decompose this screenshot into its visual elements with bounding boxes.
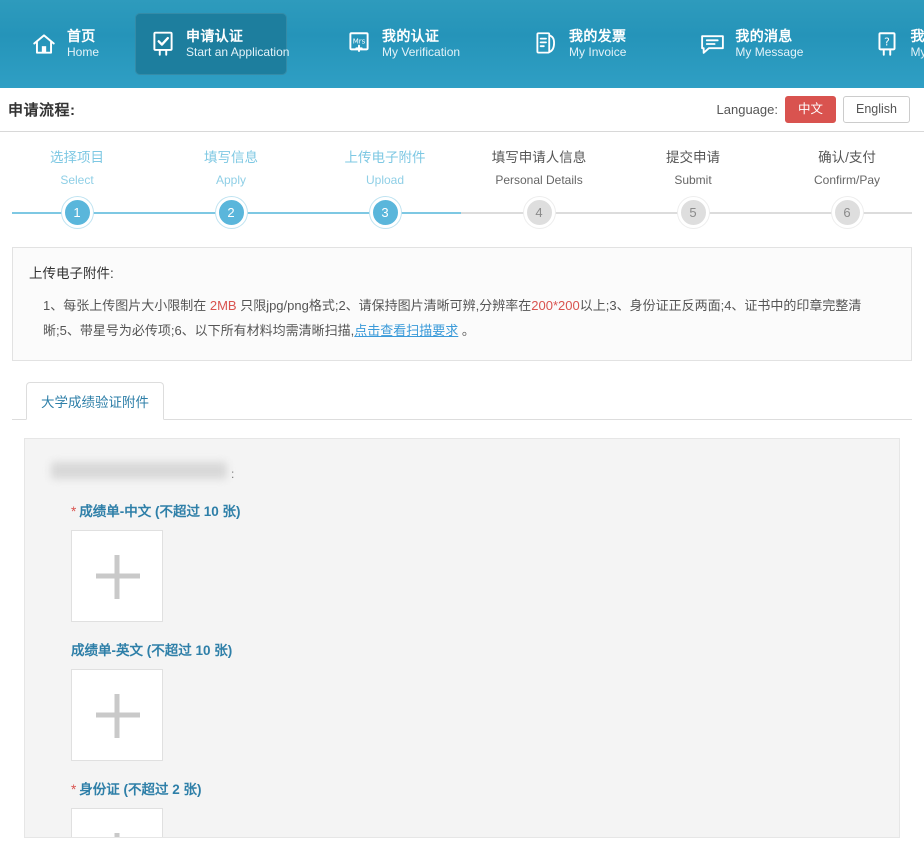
upload-panel: : * 成绩单-中文 (不超过 10 张) 成绩单-英文 (不超过 10 张) *… bbox=[24, 437, 900, 838]
upload-field-id-card: * 身份证 (不超过 2 张) bbox=[49, 778, 875, 837]
step-number-badge: 2 bbox=[215, 197, 247, 228]
language-button-chinese[interactable]: 中文 bbox=[784, 96, 836, 123]
home-icon bbox=[30, 29, 58, 59]
step-number-badge: 6 bbox=[831, 197, 863, 228]
step-2-apply[interactable]: 填写信息 Apply 2 bbox=[154, 138, 308, 233]
instructions-body: 1、每张上传图片大小限制在 2MB 只限jpg/png格式;2、请保持图片清晰可… bbox=[29, 293, 895, 344]
step-number-badge: 5 bbox=[677, 197, 709, 228]
upload-field-label-text: 成绩单-英文 (不超过 10 张) bbox=[71, 642, 233, 658]
nav-item-my-enquiry[interactable]: ? 我的咨询 My Enquiry bbox=[859, 13, 924, 75]
instructions-size-limit: 2MB bbox=[209, 298, 237, 313]
required-star-icon: * bbox=[71, 503, 77, 519]
upload-field-label-text: 成绩单-中文 (不超过 10 张) bbox=[79, 503, 241, 519]
nav-label-en: My Verification bbox=[382, 45, 461, 60]
step-label-en: Upload bbox=[365, 173, 405, 187]
step-5-submit[interactable]: 提交申请 Submit 5 bbox=[616, 138, 770, 233]
step-1-select[interactable]: 选择项目 Select 1 bbox=[0, 138, 154, 233]
language-switcher: Language: 中文 English bbox=[717, 96, 910, 123]
upload-field-transcript-chinese: * 成绩单-中文 (不超过 10 张) bbox=[49, 500, 875, 622]
step-number-badge: 3 bbox=[369, 197, 401, 228]
instructions-title: 上传电子附件: bbox=[29, 266, 114, 281]
step-label-cn: 上传电子附件 bbox=[344, 150, 426, 165]
upload-dropzone-id-card[interactable] bbox=[71, 807, 163, 837]
step-label-cn: 填写申请人信息 bbox=[491, 150, 587, 165]
step-label-cn: 选择项目 bbox=[50, 150, 104, 165]
upload-field-label-text: 身份证 (不超过 2 张) bbox=[79, 781, 202, 797]
redacted-heading-tail: : bbox=[231, 466, 235, 481]
step-label-en: Submit bbox=[674, 173, 712, 187]
upload-field-label: 成绩单-英文 (不超过 10 张) bbox=[71, 639, 875, 659]
nav-label-en: My Message bbox=[735, 45, 804, 60]
upload-dropzone-transcript-chinese[interactable] bbox=[71, 529, 163, 622]
step-label-en: Select bbox=[60, 173, 94, 187]
nav-label-cn: 首页 bbox=[67, 28, 96, 45]
verify-icon: Mrs bbox=[345, 29, 373, 59]
step-4-personal-details[interactable]: 填写申请人信息 Personal Details 4 bbox=[462, 138, 616, 233]
nav-label-cn: 我的发票 bbox=[569, 28, 627, 45]
application-stepper: 选择项目 Select 1 填写信息 Apply 2 上传电子附件 Upload… bbox=[0, 138, 924, 233]
nav-label-en: Home bbox=[67, 45, 100, 60]
page-title: 申请流程: bbox=[8, 102, 76, 119]
nav-label-en: My Invoice bbox=[569, 45, 627, 60]
language-button-english[interactable]: English bbox=[843, 96, 910, 123]
instructions-resolution: 200*200 bbox=[531, 298, 580, 313]
svg-text:Mrs: Mrs bbox=[353, 37, 366, 45]
instructions-segment-1: 1、每张上传图片大小限制在 bbox=[43, 298, 210, 313]
upload-field-label: * 成绩单-中文 (不超过 10 张) bbox=[71, 500, 875, 520]
nav-item-start-application[interactable]: 申请认证 Start an Application bbox=[135, 13, 290, 75]
redacted-text-block bbox=[51, 461, 227, 479]
step-3-upload[interactable]: 上传电子附件 Upload 3 bbox=[308, 138, 462, 233]
language-label: Language: bbox=[716, 102, 778, 117]
nav-item-home[interactable]: 首页 Home bbox=[16, 13, 113, 75]
step-label-en: Confirm/Pay bbox=[813, 173, 881, 187]
top-navigation-bar: 首页 Home 申请认证 Start an Application Mrs 我的… bbox=[0, 0, 924, 88]
step-label-en: Apply bbox=[215, 173, 247, 187]
enquiry-icon: ? bbox=[873, 29, 901, 59]
step-number-badge: 1 bbox=[61, 197, 93, 228]
redacted-heading: : bbox=[49, 459, 875, 483]
nav-label-cn: 我的消息 bbox=[735, 28, 793, 45]
nav-item-my-invoice[interactable]: 我的发票 My Invoice bbox=[518, 13, 640, 75]
step-label-cn: 确认/支付 bbox=[818, 150, 876, 165]
upload-dropzone-transcript-english[interactable] bbox=[71, 668, 163, 761]
upload-instructions-box: 上传电子附件: 1、每张上传图片大小限制在 2MB 只限jpg/png格式;2、… bbox=[12, 247, 912, 361]
instructions-segment-4: 。 bbox=[458, 323, 475, 339]
message-icon bbox=[698, 29, 726, 59]
check-doc-icon bbox=[149, 29, 177, 59]
step-number-badge: 4 bbox=[523, 197, 555, 228]
step-label-cn: 填写信息 bbox=[204, 150, 258, 165]
nav-label-cn: 我的咨询 bbox=[910, 28, 924, 45]
upload-field-label: * 身份证 (不超过 2 张) bbox=[71, 778, 875, 798]
nav-label-cn: 我的认证 bbox=[382, 28, 440, 45]
invoice-icon bbox=[532, 29, 560, 59]
scan-requirements-link[interactable]: 点击查看扫描要求 bbox=[354, 323, 458, 338]
instructions-segment-2: 只限jpg/png格式;2、请保持图片清晰可辨,分辨率在 bbox=[236, 298, 532, 313]
nav-item-my-verification[interactable]: Mrs 我的认证 My Verification bbox=[331, 13, 474, 75]
nav-label-cn: 申请认证 bbox=[186, 28, 244, 45]
nav-label-en: Start an Application bbox=[186, 45, 290, 60]
svg-text:?: ? bbox=[885, 36, 891, 49]
step-label-cn: 提交申请 bbox=[666, 150, 720, 165]
step-label-en: Personal Details bbox=[495, 173, 583, 187]
upload-field-transcript-english: 成绩单-英文 (不超过 10 张) bbox=[49, 639, 875, 761]
nav-label-en: My Enquiry bbox=[910, 45, 924, 60]
attachment-tab-bar: 大学成绩验证附件 bbox=[12, 381, 912, 420]
tab-university-transcript-attachments[interactable]: 大学成绩验证附件 bbox=[26, 381, 164, 420]
page-title-bar: 申请流程: Language: 中文 English bbox=[0, 88, 924, 132]
nav-item-my-message[interactable]: 我的消息 My Message bbox=[684, 13, 817, 75]
step-6-confirm-pay[interactable]: 确认/支付 Confirm/Pay 6 bbox=[770, 138, 924, 233]
required-star-icon: * bbox=[71, 781, 77, 797]
